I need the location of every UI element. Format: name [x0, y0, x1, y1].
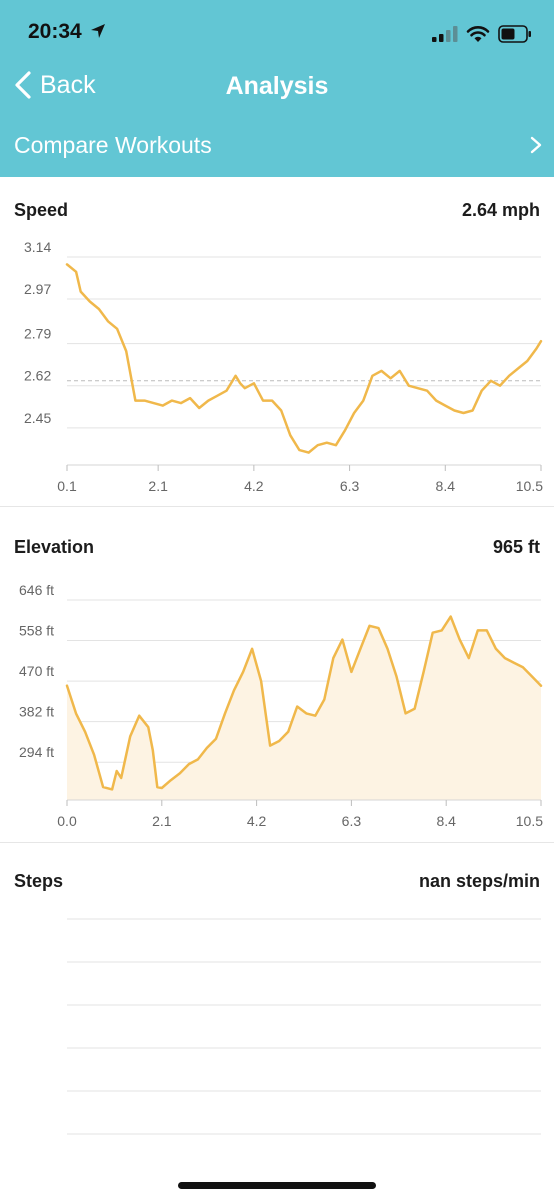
- status-icons: [432, 22, 532, 46]
- x-tick-label: 8.4: [436, 813, 456, 829]
- cellular-signal-icon: [432, 26, 458, 42]
- compare-workouts-row[interactable]: Compare Workouts: [14, 126, 542, 164]
- elevation-title: Elevation: [14, 536, 95, 557]
- section-divider: [0, 842, 554, 843]
- steps-chart: [67, 918, 541, 1135]
- section-divider: [0, 506, 554, 507]
- steps-title: Steps: [14, 870, 64, 891]
- speed-chart: 3.14 2.97 2.79 2.62 2.45 0.1 2.1 4.2 6.3 8.4 10.5: [24, 239, 543, 494]
- x-tick-label: 2.1: [148, 478, 168, 494]
- header-bar: 20:34 Back Analysis Compare Workouts: [0, 0, 554, 177]
- chevron-right-icon: [530, 136, 542, 154]
- y-tick-label: 558 ft: [19, 623, 54, 639]
- x-tick-label: 6.3: [340, 478, 360, 494]
- steps-value: nan steps/min: [418, 870, 540, 891]
- y-tick-label: 2.79: [24, 326, 51, 342]
- y-tick-label: 2.62: [24, 368, 51, 384]
- elevation-chart: 646 ft 558 ft 470 ft 382 ft 294 ft 0.0 2.1 4.2 6…: [19, 582, 543, 829]
- x-tick-label: 10.5: [516, 813, 543, 829]
- x-tick-label: 0.1: [57, 478, 77, 494]
- x-tick-label: 4.2: [247, 813, 267, 829]
- y-tick-label: 2.97: [24, 281, 51, 297]
- status-time: 20:34: [28, 20, 106, 44]
- x-tick-label: 8.4: [436, 478, 456, 494]
- elevation-header: Elevation 965 ft: [14, 535, 540, 559]
- speed-header: Speed 2.64 mph: [14, 198, 540, 222]
- elevation-area: [67, 616, 541, 800]
- y-tick-label: 470 ft: [19, 663, 54, 679]
- steps-header: Steps nan steps/min: [14, 869, 540, 893]
- compare-workouts-label: Compare Workouts: [14, 131, 212, 158]
- y-tick-label: 382 ft: [19, 704, 54, 720]
- wifi-icon: [466, 26, 490, 42]
- x-tick-label: 4.2: [244, 478, 264, 494]
- x-tick-label: 6.3: [342, 813, 362, 829]
- x-tick-label: 10.5: [516, 478, 543, 494]
- x-tick-label: 2.1: [152, 813, 172, 829]
- x-tick-label: 0.0: [57, 813, 77, 829]
- elevation-value: 965 ft: [492, 536, 540, 557]
- y-tick-label: 3.14: [24, 239, 51, 255]
- home-indicator: [178, 1182, 376, 1189]
- speed-series-line: [65, 263, 543, 454]
- y-tick-label: 2.45: [24, 410, 51, 426]
- speed-title: Speed: [14, 199, 69, 220]
- y-tick-label: 646 ft: [19, 582, 54, 598]
- speed-value: 2.64 mph: [461, 199, 540, 220]
- y-tick-label: 294 ft: [19, 744, 54, 760]
- battery-icon: [498, 25, 531, 43]
- location-arrow-icon: [90, 24, 105, 38]
- page-title: Analysis: [225, 72, 329, 100]
- status-time-text: 20:34: [28, 20, 82, 43]
